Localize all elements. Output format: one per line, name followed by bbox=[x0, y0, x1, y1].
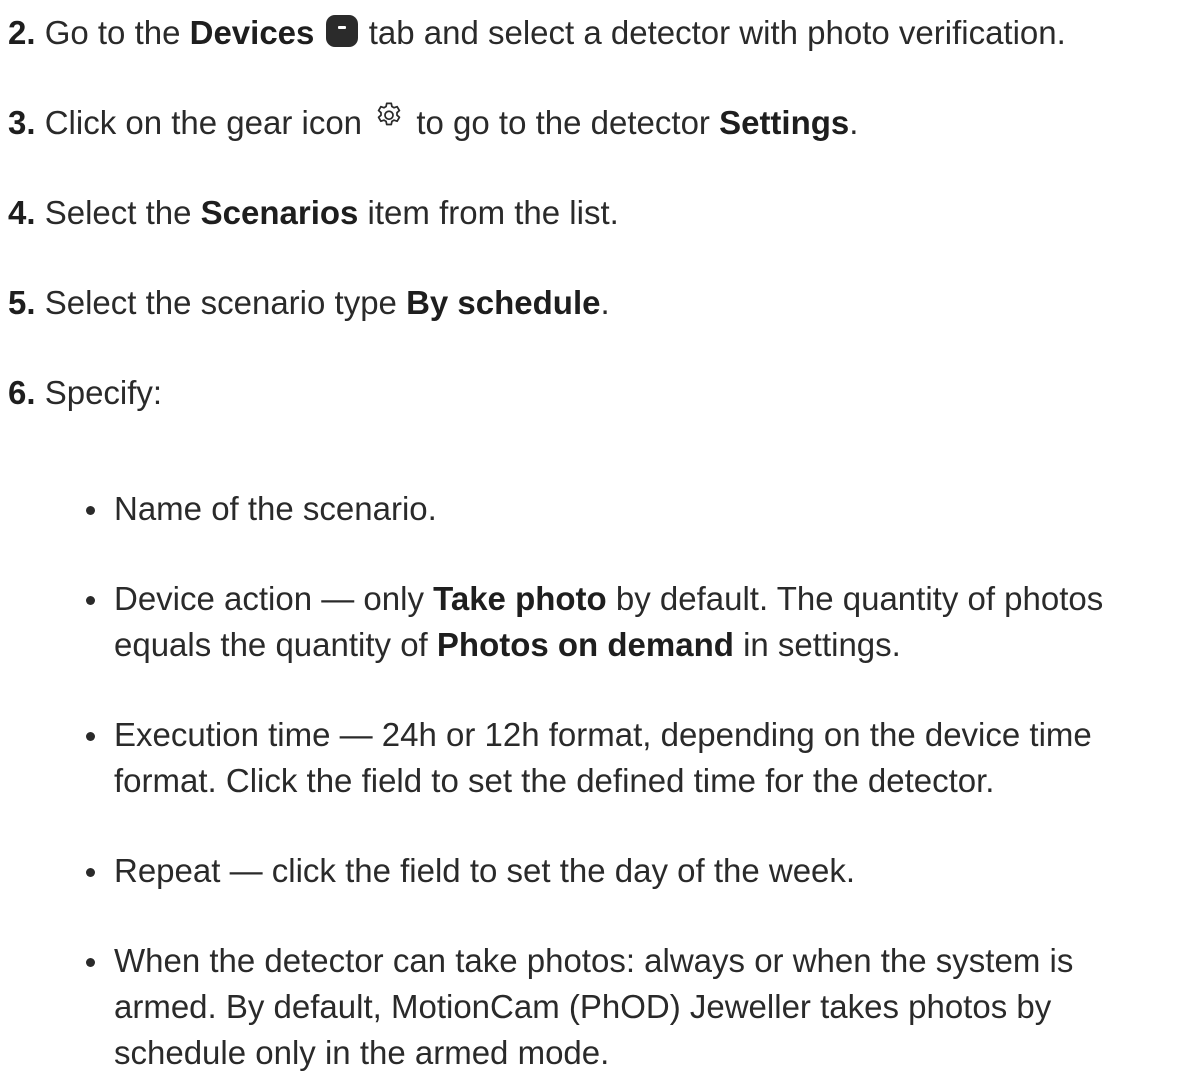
list-item: Repeat — click the field to set the day … bbox=[86, 848, 1179, 894]
step-number: 5. bbox=[8, 284, 36, 321]
gear-icon bbox=[377, 102, 401, 126]
list-item: Execution time — 24h or 12h format, depe… bbox=[86, 712, 1179, 804]
step-number: 4. bbox=[8, 194, 36, 231]
photos-on-demand-label: Photos on demand bbox=[436, 626, 734, 663]
step-5: 5. Select the scenario type By schedule. bbox=[8, 284, 610, 321]
scenarios-label: Scenarios bbox=[200, 194, 359, 231]
step-number: 3. bbox=[8, 104, 36, 141]
settings-label: Settings bbox=[719, 104, 850, 141]
step-2: 2. Go to the Devices tab and select a de… bbox=[8, 14, 1066, 51]
specify-list: Name of the scenario. Device action — on… bbox=[8, 486, 1179, 1076]
devices-label: Devices bbox=[189, 14, 315, 51]
step-4: 4. Select the Scenarios item from the li… bbox=[8, 194, 619, 231]
step-3: 3. Click on the gear icon to go to the d… bbox=[8, 100, 1179, 146]
step-6: 6. Specify: bbox=[8, 374, 163, 411]
take-photo-label: Take photo bbox=[433, 580, 607, 617]
list-item: When the detector can take photos: alway… bbox=[86, 938, 1179, 1076]
instructions-document: 2. Go to the Devices tab and select a de… bbox=[0, 0, 1179, 1086]
list-item: Device action — only Take photo by defau… bbox=[86, 576, 1179, 668]
step-number: 2. bbox=[8, 14, 36, 51]
list-item: Name of the scenario. bbox=[86, 486, 1179, 532]
step-number: 6. bbox=[8, 374, 36, 411]
devices-icon bbox=[325, 15, 358, 47]
by-schedule-label: By schedule bbox=[406, 284, 601, 321]
